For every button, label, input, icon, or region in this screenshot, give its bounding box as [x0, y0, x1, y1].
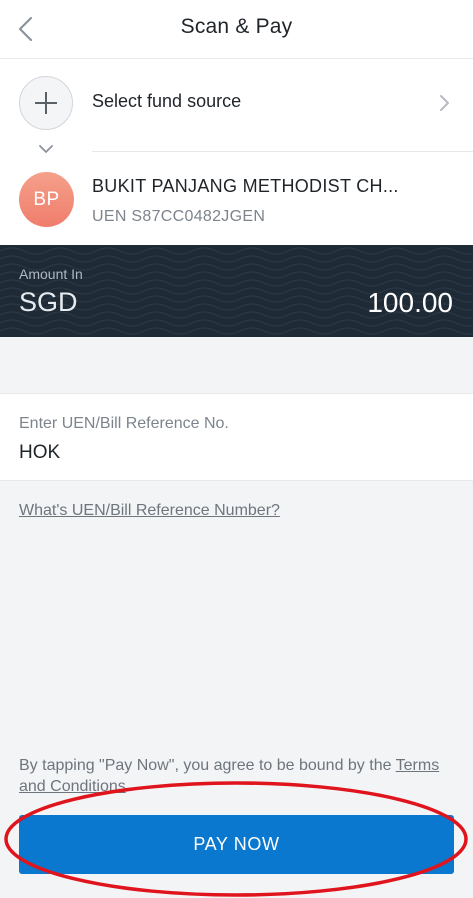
- chevron-right-icon: [440, 95, 449, 111]
- fund-source-label: Select fund source: [92, 91, 242, 111]
- amount-panel[interactable]: Amount In SGD 100.00: [0, 245, 473, 337]
- pay-now-button[interactable]: PAY NOW: [19, 815, 454, 874]
- header-bar: Scan & Pay: [0, 0, 473, 59]
- uen-help-link[interactable]: What's UEN/Bill Reference Number?: [19, 502, 280, 520]
- amount-value[interactable]: 100.00: [367, 287, 453, 319]
- terms-text: By tapping "Pay Now", you agree to be bo…: [19, 755, 459, 797]
- amount-label: Amount In: [19, 266, 83, 282]
- reference-field-section: Enter UEN/Bill Reference No.: [0, 393, 473, 481]
- select-fund-source-row[interactable]: Select fund source: [0, 59, 473, 151]
- payee-name: BUKIT PANJANG METHODIST CH...: [92, 176, 399, 196]
- reference-label: Enter UEN/Bill Reference No.: [19, 415, 229, 432]
- page-title: Scan & Pay: [180, 15, 293, 38]
- add-fund-source-button[interactable]: [19, 76, 73, 130]
- chevron-down-icon[interactable]: [38, 143, 54, 155]
- divider: [92, 151, 473, 152]
- payee-uen: UEN S87CC0482JGEN: [92, 208, 266, 225]
- reference-input[interactable]: [19, 440, 449, 466]
- payment-details: Select fund source BP BUKIT PANJANG METH…: [0, 59, 473, 245]
- plus-icon: [35, 92, 57, 114]
- terms-suffix: .: [125, 778, 131, 795]
- terms-prefix: By tapping "Pay Now", you agree to be bo…: [19, 757, 396, 774]
- payee-avatar: BP: [19, 172, 74, 227]
- currency-code: SGD: [19, 287, 78, 317]
